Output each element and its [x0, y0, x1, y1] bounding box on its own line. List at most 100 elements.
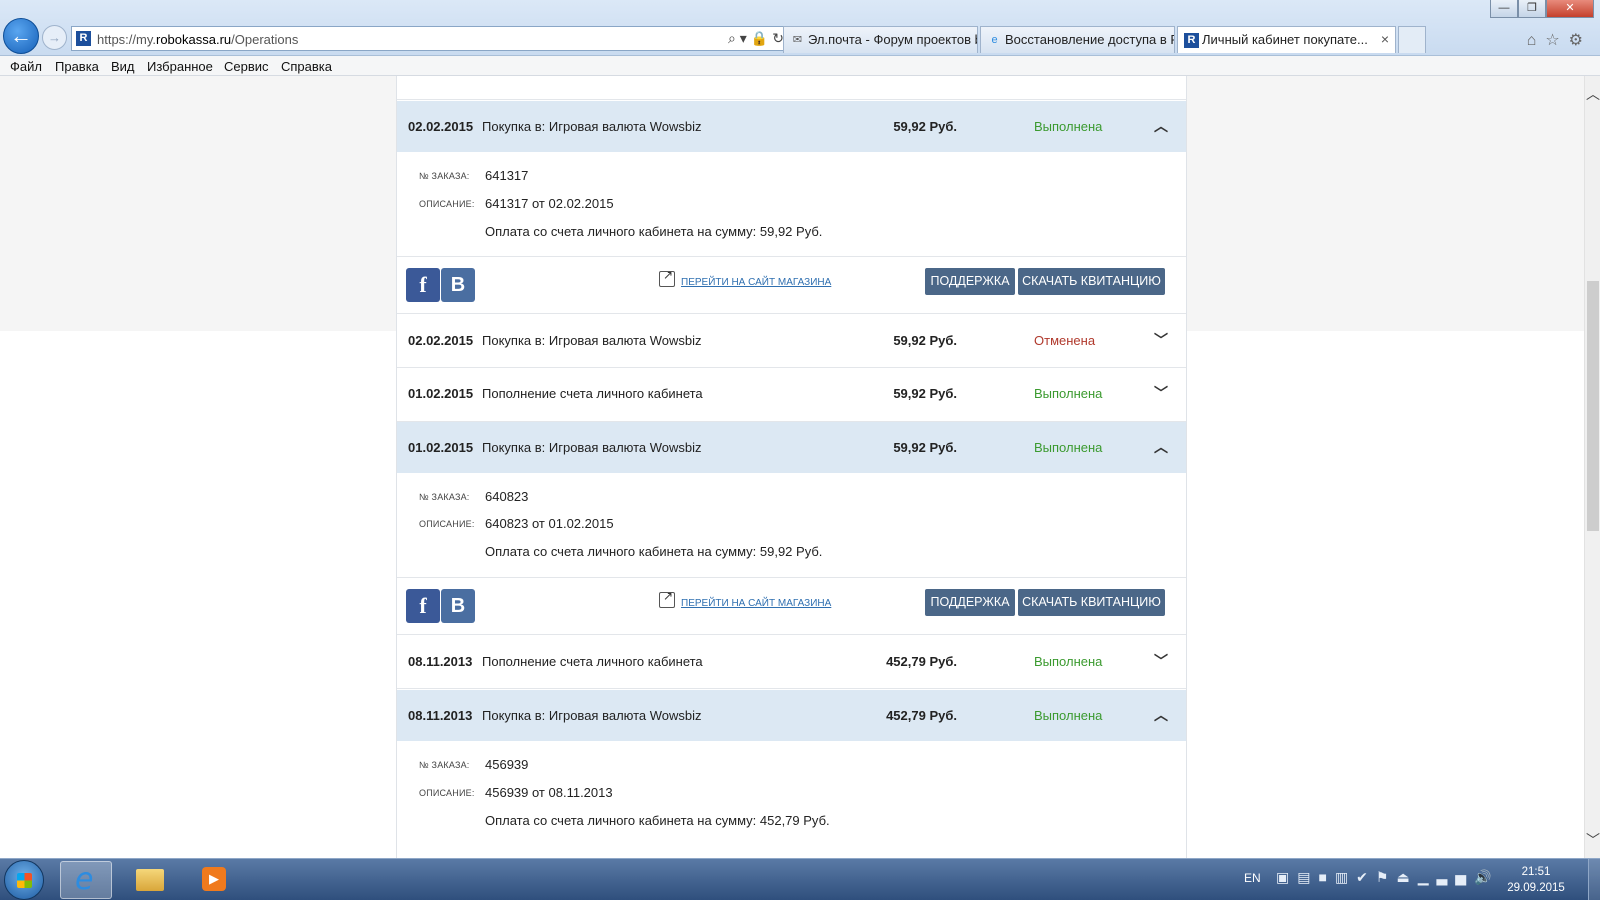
operation-row[interactable]: 01.02.2015 Пополнение счета личного каби… — [397, 368, 1186, 422]
tab-access-recovery[interactable]: e Восстановление доступа в R... — [980, 26, 1175, 53]
chevron-down-icon[interactable]: ﹀ — [1153, 330, 1169, 348]
address-controls[interactable]: ⌕▾🔒↻ — [728, 30, 788, 47]
status-badge: Выполнена — [1034, 440, 1103, 455]
chevron-up-icon[interactable]: ︿ — [1153, 437, 1169, 455]
order-description-value: 641317 от 02.02.2015 — [485, 196, 614, 211]
menu-edit[interactable]: Правка — [55, 59, 99, 74]
operation-description: Покупка в: Игровая валюта Wowsbiz — [482, 119, 702, 134]
home-icon[interactable]: ⌂ — [1527, 32, 1546, 49]
address-url[interactable]: https://my.robokassa.ru/Operations — [97, 32, 298, 47]
language-indicator[interactable]: EN — [1244, 871, 1261, 885]
system-tray: ▣▤■▥✔⚑⏏▁▃▅🔊 — [1276, 869, 1499, 886]
operation-row: 02.02.2015 Покупка в: Игровая валюта Wow… — [397, 101, 1186, 314]
windows-taskbar: EN ▣▤■▥✔⚑⏏▁▃▅🔊 21:51 29.09.2015 — [0, 858, 1600, 900]
operation-row: 01.02.2015 Покупка в: Игровая валюта Wow… — [397, 422, 1186, 635]
operation-amount: 59,92 Руб. — [893, 440, 957, 455]
operation-date: 08.11.2013 — [408, 708, 473, 723]
facebook-share-icon[interactable]: f — [406, 268, 440, 302]
description-label: Описание: — [419, 519, 475, 529]
lock-icon[interactable]: 🔒 — [751, 30, 772, 46]
status-badge: Выполнена — [1034, 386, 1103, 401]
menu-file[interactable]: Файл — [10, 59, 42, 74]
device-icon[interactable]: ▥ — [1335, 869, 1356, 885]
status-badge: Выполнена — [1034, 119, 1103, 134]
operation-header[interactable]: 02.02.2015 Покупка в: Игровая валюта Wow… — [397, 315, 1186, 366]
maximize-button[interactable]: ❐ — [1518, 0, 1546, 18]
vk-share-icon[interactable]: B — [441, 589, 475, 623]
operation-header[interactable]: 01.02.2015 Покупка в: Игровая валюта Wow… — [397, 422, 1186, 473]
shield-check-icon[interactable]: ✔ — [1356, 869, 1376, 885]
tab-personal-cabinet[interactable]: R Личный кабинет покупате... × — [1177, 26, 1396, 53]
description-label: Описание: — [419, 788, 475, 798]
taskbar-explorer-icon[interactable] — [124, 861, 176, 899]
minimize-button[interactable]: — — [1490, 0, 1518, 18]
operation-header[interactable]: 01.02.2015 Пополнение счета личного каби… — [397, 368, 1186, 419]
facebook-share-icon[interactable]: f — [406, 589, 440, 623]
scrollbar-thumb[interactable] — [1587, 281, 1599, 531]
dropdown-icon[interactable]: ▾ — [740, 30, 751, 46]
download-receipt-button[interactable]: Скачать квитанцию — [1018, 589, 1165, 616]
forward-button[interactable]: → — [42, 25, 67, 50]
clock-date: 29.09.2015 — [1507, 882, 1565, 894]
operation-header[interactable]: 02.02.2015 Покупка в: Игровая валюта Wow… — [397, 101, 1186, 152]
operation-amount: 59,92 Руб. — [893, 119, 957, 134]
monitor-icon[interactable]: ▣ — [1276, 869, 1297, 885]
menu-favorites[interactable]: Избранное — [147, 59, 213, 74]
close-window-button[interactable]: ✕ — [1546, 0, 1594, 18]
favorites-star-icon[interactable]: ☆ — [1545, 32, 1568, 49]
signal-icon[interactable]: ▁▃▅ — [1418, 869, 1474, 885]
operation-actions: f B Перейти на сайт магазина Поддержка С… — [397, 577, 1186, 634]
menu-help[interactable]: Справка — [281, 59, 332, 74]
order-number-label: № заказа: — [419, 760, 470, 770]
show-desktop-button[interactable] — [1588, 859, 1600, 900]
operation-header[interactable]: 08.11.2013 Пополнение счета личного каби… — [397, 636, 1186, 687]
close-tab-icon[interactable]: × — [1381, 31, 1389, 47]
chevron-up-icon[interactable]: ︿ — [1153, 116, 1169, 134]
vertical-scrollbar[interactable]: ︿ ﹀ — [1584, 76, 1600, 858]
volume-icon[interactable]: 🔊 — [1474, 869, 1499, 885]
operation-row[interactable]: 08.11.2013 Пополнение счета личного каби… — [397, 636, 1186, 689]
shop-site-link[interactable]: Перейти на сайт магазина — [681, 598, 831, 609]
support-button[interactable]: Поддержка — [925, 589, 1015, 616]
scroll-down-icon[interactable]: ﹀ — [1585, 830, 1600, 850]
operation-amount: 452,79 Руб. — [886, 708, 957, 723]
chevron-down-icon[interactable]: ﹀ — [1153, 383, 1169, 401]
operation-amount: 59,92 Руб. — [893, 333, 957, 348]
shop-site-link[interactable]: Перейти на сайт магазина — [681, 277, 831, 288]
menu-tools[interactable]: Сервис — [224, 59, 269, 74]
payment-note: Оплата со счета личного кабинета на сумм… — [485, 224, 823, 239]
operation-date: 02.02.2015 — [408, 119, 474, 134]
ie-icon: e — [991, 34, 998, 46]
back-button[interactable]: ← — [3, 18, 39, 54]
gear-icon[interactable]: ⚙ — [1569, 32, 1592, 49]
usb-icon[interactable]: ⏏ — [1396, 869, 1417, 885]
start-button[interactable] — [4, 860, 44, 900]
browser-tools: ⌂☆⚙ — [1527, 30, 1592, 50]
download-receipt-button[interactable]: Скачать квитанцию — [1018, 268, 1165, 295]
taskbar-media-player-icon[interactable] — [186, 861, 238, 899]
operation-row: 08.11.2013 Покупка в: Игровая валюта Wow… — [397, 690, 1186, 858]
tab-forum-mail[interactable]: ✉ Эл.почта - Форум проектов b... — [783, 26, 978, 53]
menu-view[interactable]: Вид — [111, 59, 135, 74]
chevron-up-icon[interactable]: ︿ — [1153, 705, 1169, 723]
operation-description: Пополнение счета личного кабинета — [482, 386, 703, 401]
operation-row[interactable]: 02.02.2015 Покупка в: Игровая валюта Wow… — [397, 315, 1186, 368]
operation-header[interactable]: 08.11.2013 Покупка в: Игровая валюта Wow… — [397, 690, 1186, 741]
flag-error-icon[interactable]: ⚑ — [1376, 869, 1397, 885]
network-app-icon[interactable]: ▤ — [1297, 869, 1318, 885]
operation-date: 01.02.2015 — [408, 386, 474, 401]
address-bar[interactable]: R https://my.robokassa.ru/Operations ⌕▾🔒… — [71, 26, 795, 51]
nvidia-icon[interactable]: ■ — [1318, 869, 1334, 885]
menu-bar: Файл Правка Вид Избранное Сервис Справка — [0, 56, 1600, 76]
vk-share-icon[interactable]: B — [441, 268, 475, 302]
order-number-value: 456939 — [485, 757, 529, 772]
support-button[interactable]: Поддержка — [925, 268, 1015, 295]
operation-description: Покупка в: Игровая валюта Wowsbiz — [482, 440, 702, 455]
clock[interactable]: 21:51 29.09.2015 — [1500, 864, 1572, 896]
chevron-down-icon[interactable]: ﹀ — [1153, 651, 1169, 669]
status-badge: Выполнена — [1034, 708, 1103, 723]
new-tab-button[interactable] — [1398, 26, 1426, 53]
taskbar-ie-icon[interactable] — [60, 861, 112, 899]
search-icon[interactable]: ⌕ — [728, 30, 740, 46]
scroll-up-icon[interactable]: ︿ — [1585, 84, 1600, 104]
